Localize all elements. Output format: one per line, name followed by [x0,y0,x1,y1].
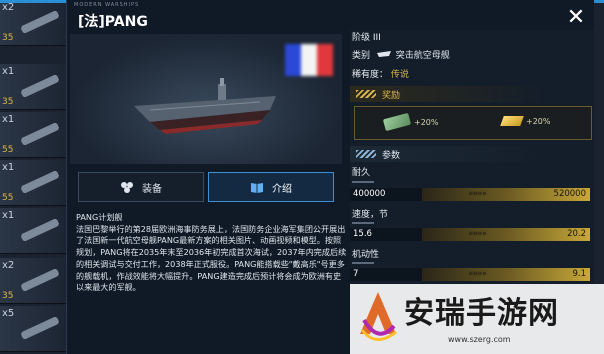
ship-description: PANG计划舰 法国巴黎举行的第28届欧洲海事防务展上，法国防务企业海军集团公开… [76,212,348,294]
params-header: 参数 [350,146,594,162]
rewards-header: 奖励 [350,86,594,102]
chevron-icon: »»»» [468,269,487,279]
reward-gold: +20% [500,116,551,126]
aircraft-icon [20,121,60,147]
inventory-qty: x2 [2,2,15,13]
stat-base-value: 7 [353,269,359,279]
rarity-row: 稀有度： 传说 [352,67,409,80]
inventory-item[interactable]: x1 55 [0,112,66,158]
reward-gold-value: +20% [526,116,551,126]
reward-cash: +20% [382,112,439,132]
stat-base-value: 15.6 [353,229,372,239]
inventory-item[interactable]: x5 [0,306,66,352]
inventory-item[interactable]: x1 [0,208,66,254]
stat-mini-bar [352,222,374,224]
rarity-value: 传说 [390,70,409,80]
stat-max-value: 20.2 [567,229,586,239]
stat-label: 速度，节 [352,210,389,220]
missile-icon [20,73,60,99]
inventory-qty: x1 [2,210,15,221]
reward-cash-value: +20% [414,117,439,127]
flag-icon [285,44,333,76]
inventory-qty: x1 [2,114,15,125]
tier-label: 阶级 III [352,33,381,43]
rewards-title: 奖励 [382,90,401,101]
stripes-icon [356,150,376,158]
close-button[interactable]: ✕ [564,6,588,30]
chevron-icon: »»»» [468,189,487,199]
stat-mini-bar [352,262,374,264]
stat-fill [422,228,590,241]
inventory-item[interactable]: x2 35 [0,0,66,46]
watermark-logo-icon [360,292,397,341]
carrier-class-icon [376,50,393,61]
stat-fill [422,268,590,281]
tab-equipment-label: 装备 [142,183,162,195]
carrier-model [134,78,276,134]
inventory-item[interactable]: x1 35 [0,64,66,110]
inventory-list: x2 35 x1 35 x1 55 x1 55 x1 x2 35 x5 [0,0,70,354]
stat-max-value: 9.1 [572,269,586,279]
stat-bar: »»»» 7 9.1 [350,268,590,281]
aircraft-icon [20,267,60,293]
tab-intro[interactable]: 介绍 [208,172,334,202]
inventory-qty: x1 [2,66,15,77]
rarity-label: 稀有度： [352,70,389,80]
book-icon [250,181,264,193]
dialog-title: [法]PANG [78,14,148,30]
brand-logo: MODERN WARSHIPS [74,2,140,8]
watermark-url: www.szerg.com [448,335,511,344]
inventory-qty: x5 [2,308,15,319]
inventory-qty: x2 [2,260,15,271]
stat-bar: »»»» 15.6 20.2 [350,228,590,241]
missile-icon [20,9,60,35]
inventory-level: 55 [2,145,14,155]
aircraft-icon [20,315,60,341]
stat-label: 耐久 [352,168,371,178]
stat-base-value: 400000 [353,189,386,199]
gold-icon [500,116,524,126]
inventory-level: 55 [2,193,14,203]
stat-max-value: 520000 [553,189,586,199]
stat-bar: »»»» 400000 520000 [350,188,590,201]
tab-equipment[interactable]: 装备 [78,172,204,202]
tier-row: 阶级 III [352,30,381,43]
tab-intro-label: 介绍 [272,183,292,195]
aircraft-icon [20,217,60,243]
inventory-level: 35 [2,33,14,43]
stat-label: 机动性 [352,250,380,260]
equipment-icon [120,181,134,193]
params-title: 参数 [382,150,401,161]
stat-mini-bar [352,181,374,183]
chevron-icon: »»»» [468,229,487,239]
description-body: 法国巴黎举行的第28届欧洲海事防务展上，法国防务企业海军集团公开展出了法国新一代… [76,223,347,293]
inventory-level: 35 [2,291,14,301]
description-title: PANG计划舰 [76,212,123,222]
stripes-icon [356,90,376,98]
inventory-item[interactable]: x2 35 [0,258,66,304]
class-value: 突击航空母舰 [395,51,450,61]
class-row: 类别 突击航空母舰 [352,48,450,61]
inventory-item[interactable]: x1 55 [0,160,66,206]
inventory-qty: x1 [2,162,15,173]
watermark-text: 安瑞手游网 [404,296,559,331]
class-label: 类别 [352,51,371,61]
inventory-level: 35 [2,97,14,107]
close-icon: ✕ [566,5,586,30]
aircraft-icon [20,169,60,195]
